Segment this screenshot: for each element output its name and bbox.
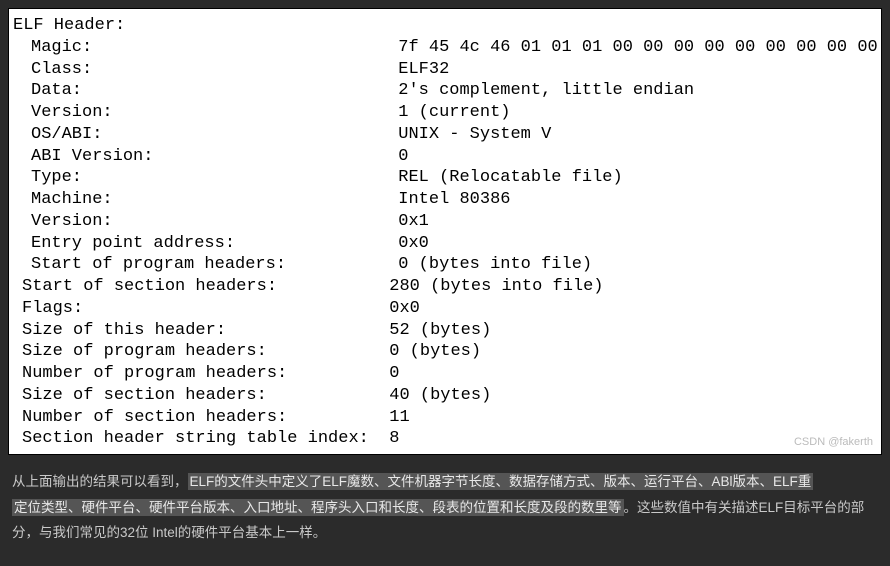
elf-header-row: ABI Version: 0: [31, 146, 877, 168]
explanation-paragraph: 从上面输出的结果可以看到，ELF的文件头中定义了ELF魔数、文件机器字节长度、数…: [8, 469, 882, 546]
elf-header-row: Section header string table index: 8: [22, 428, 877, 450]
elf-header-row: Class: ELF32: [31, 59, 877, 81]
explain-pre: 从上面输出的结果可以看到，: [12, 474, 188, 489]
elf-header-title: ELF Header:: [13, 15, 877, 37]
explain-highlight-1: ELF的文件头中定义了ELF魔数、文件机器字节长度、数据存储方式、版本、运行平台…: [188, 473, 814, 490]
elf-header-rows: Magic: 7f 45 4c 46 01 01 01 00 00 00 00 …: [13, 37, 877, 450]
elf-header-row: Size of this header: 52 (bytes): [22, 320, 877, 342]
elf-header-row: Number of section headers: 11: [22, 407, 877, 429]
elf-header-row: Start of section headers: 280 (bytes int…: [22, 276, 877, 298]
explain-highlight-2: 定位类型、硬件平台、硬件平台版本、入口地址、程序头入口和长度、段表的位置和长度及…: [12, 499, 624, 516]
elf-header-row: Version: 1 (current): [31, 102, 877, 124]
elf-header-row: Number of program headers: 0: [22, 363, 877, 385]
elf-header-row: Entry point address: 0x0: [31, 233, 877, 255]
elf-header-row: Version: 0x1: [31, 211, 877, 233]
elf-header-row: Size of program headers: 0 (bytes): [22, 341, 877, 363]
elf-header-row: Machine: Intel 80386: [31, 189, 877, 211]
elf-header-output: ELF Header: Magic: 7f 45 4c 46 01 01 01 …: [8, 8, 882, 455]
elf-header-row: Flags: 0x0: [22, 298, 877, 320]
elf-header-row: Start of program headers: 0 (bytes into …: [31, 254, 877, 276]
elf-header-row: Data: 2's complement, little endian: [31, 80, 877, 102]
elf-header-row: Magic: 7f 45 4c 46 01 01 01 00 00 00 00 …: [31, 37, 877, 59]
elf-header-row: OS/ABI: UNIX - System V: [31, 124, 877, 146]
elf-header-row: Type: REL (Relocatable file): [31, 167, 877, 189]
watermark: CSDN @fakerth: [794, 435, 873, 449]
elf-header-row: Size of section headers: 40 (bytes): [22, 385, 877, 407]
